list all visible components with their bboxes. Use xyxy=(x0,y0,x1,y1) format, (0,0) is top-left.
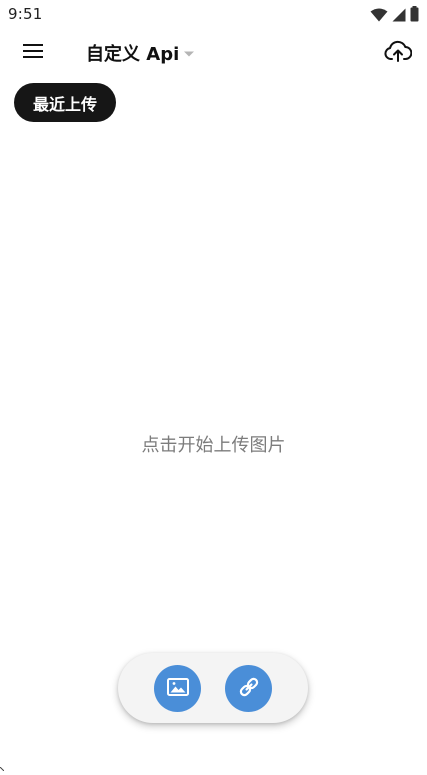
upload-button[interactable] xyxy=(381,37,415,69)
menu-button[interactable] xyxy=(14,36,52,70)
signal-icon xyxy=(392,7,406,26)
menu-icon xyxy=(23,43,43,63)
arrow-drop-down-icon xyxy=(183,50,195,58)
status-time: 9:51 xyxy=(8,5,43,23)
cloud-upload-icon xyxy=(384,40,413,66)
wifi-icon xyxy=(370,7,388,26)
upload-link-button[interactable] xyxy=(225,665,272,712)
link-icon xyxy=(237,675,261,703)
status-icons xyxy=(370,6,419,26)
app-bar: 自定义 Api xyxy=(0,30,427,76)
corner-mark xyxy=(0,756,5,772)
status-bar: 9:51 xyxy=(0,0,427,30)
api-selector[interactable]: 自定义 Api xyxy=(86,40,195,66)
empty-state-hint[interactable]: 点击开始上传图片 xyxy=(0,431,427,457)
recent-uploads-chip[interactable]: 最近上传 xyxy=(14,83,116,122)
app-title: 自定义 Api xyxy=(86,44,180,65)
pick-image-button[interactable] xyxy=(154,665,201,712)
image-icon xyxy=(166,677,189,700)
fab-bar xyxy=(118,653,308,723)
battery-icon xyxy=(410,6,419,26)
